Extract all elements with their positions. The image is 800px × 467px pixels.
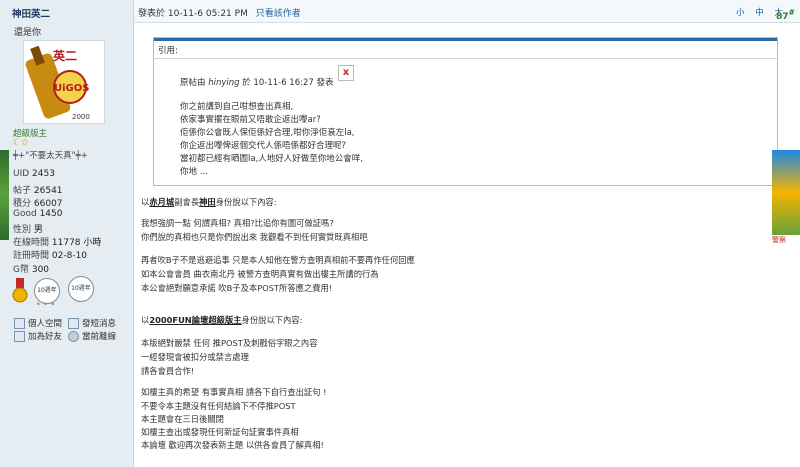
post-meta: 發表於 10-11-6 05:21 PM 只看該作者 — [138, 6, 301, 19]
action-label: 發短消息 — [82, 319, 117, 329]
offline-status: 當前離線 — [68, 330, 116, 342]
svg-text:2000: 2000 — [72, 113, 90, 121]
section1-suffix: 身份說以下內容: — [215, 197, 277, 207]
action-label: 當前離線 — [82, 332, 117, 342]
body-line: 再者吹B子不是逃避追事 只是本人知他在警方查明真相前不要再作任何回應 — [141, 255, 415, 265]
stat-value: 1450 — [39, 209, 63, 219]
quote-label: 引用: — [158, 46, 178, 56]
offline-icon — [68, 330, 79, 342]
action-label: 個人空間 — [28, 319, 63, 329]
avatar-caption: 英二 — [53, 49, 78, 63]
side-ad-banner[interactable] — [772, 150, 800, 245]
stat-value: 2453 — [32, 169, 55, 179]
quote-line: 當初都已經有晒圖la,人地好人好做至你地公會咩, — [180, 154, 363, 164]
quote-source-prefix: 原帖由 — [180, 78, 206, 88]
stat-label: 註冊時間 — [13, 251, 50, 261]
author-username[interactable]: 神田英二 — [12, 6, 50, 20]
floor-number: 87 — [776, 12, 789, 22]
body-line: 如樓主查出或發現任何新証句証實事件真相 — [141, 427, 299, 437]
stat-label: UID — [13, 169, 30, 179]
stat-value: 300 — [31, 265, 50, 275]
body-line: 本版絕對嚴禁 任何 推POST及刺戳俗字眼之內容 — [141, 338, 318, 348]
anniversary-badge-icon[interactable]: 10週年 — [68, 276, 94, 302]
home-icon — [14, 317, 25, 329]
body-line: 本主題會在三日後關閉 — [141, 414, 224, 424]
stat-label: 帖子 — [13, 186, 32, 196]
section1-heading: 以赤月城副會長神田身份說以下內容: — [141, 196, 277, 208]
stat-value: 26541 — [33, 186, 63, 196]
user-motto: ╪+"不要太天真"╪+ — [13, 151, 88, 161]
body-line: 如樓主真的希望 有事實真相 請各下自行查出証句 ! — [141, 387, 327, 397]
member-name: 神田 — [199, 197, 216, 207]
message-icon — [68, 317, 79, 329]
stat-value: 02-8-10 — [51, 251, 88, 261]
stat-label: G幣 — [13, 265, 29, 275]
section1-role: 副會長 — [174, 197, 200, 207]
stat-label: 積分 — [13, 199, 32, 209]
stat-good: Good 1450 — [13, 209, 62, 219]
post-date: 發表於 10-11-6 05:21 PM — [138, 9, 248, 19]
body-line: 請各會員合作! — [141, 366, 195, 376]
moderator-title: 2000FUN論壇超級版主 — [149, 315, 242, 325]
send-message-link[interactable]: 發短消息 — [68, 317, 116, 329]
body-line: 一經發現會被扣分或禁言處理 — [141, 352, 249, 362]
quote-source-user[interactable]: hinying — [208, 78, 239, 88]
medal-icon — [12, 278, 28, 303]
stat-uid: UID 2453 — [13, 169, 55, 179]
body-line: 本論壇 歡迎再次發表新主題 以供各會員了解真相! — [141, 440, 324, 450]
stat-value: 66007 — [33, 199, 63, 209]
stat-gender: 性別 男 — [13, 222, 43, 235]
body-line: 你們說的真相也只是你們說出來 我觀看不到任何實質既真相吧 — [141, 232, 368, 242]
section2-heading: 以2000FUN論壇超級版主身份說以下內容: — [141, 314, 302, 326]
stat-online-time: 在線時間 11778 小時 — [13, 235, 101, 248]
stat-register-date: 註冊時間 02-8-10 — [13, 248, 87, 261]
quote-line: 你企返出嚟俾返個交代人係唔係都好合理呢? — [180, 141, 347, 151]
action-label: 加為好友 — [28, 332, 63, 342]
body-line: 我想強調一點 何謂真相? 真相?比追你有圖可做証嗎? — [141, 218, 334, 228]
guild-name: 赤月城 — [149, 197, 175, 207]
only-author-link[interactable]: 只看該作者 — [256, 9, 301, 19]
svg-text:UiGOS: UiGOS — [54, 83, 89, 94]
stat-label: 性別 — [13, 225, 32, 235]
more-badges-dots: • • • — [36, 300, 56, 309]
avatar[interactable]: UiGOS 2000 英二 — [23, 40, 105, 124]
close-icon[interactable]: x — [338, 65, 354, 81]
stat-value: 男 — [33, 225, 43, 235]
quote-line: 你之前講到自己咁想查出真相, — [180, 102, 294, 112]
add-friend-link[interactable]: 加為好友 — [14, 330, 62, 342]
post-floor-number: 87# — [776, 8, 795, 22]
stat-gcoins: G幣 300 — [13, 262, 49, 275]
stat-label: 在線時間 — [13, 238, 50, 248]
body-line: 本公會絕對願意承諾 吹B子及本POST所答應之費用! — [141, 283, 333, 293]
quote-line: 佢係你公會既人保佢係好合理,咁你淨佢衰左la, — [180, 128, 355, 138]
quote-line: 你地 ... — [180, 167, 208, 177]
add-friend-icon — [14, 330, 25, 342]
author-subtitle: 還是你 — [14, 28, 42, 38]
author-sidebar: 神田英二 還是你 UiGOS 2000 英二 超級版主 ☾✩ ╪+"不要太天真"… — [0, 0, 134, 467]
body-line: 如本公會會員 曲衣南北丹 被警方查明真實有做出樓主所講的行為 — [141, 269, 379, 279]
quote-source-suffix: 於 10-11-6 16:27 發表 — [242, 78, 334, 88]
section2-suffix: 身份說以下內容: — [241, 315, 303, 325]
quote-line: 依家事實擺在眼前又唔敢企返出嚟ar? — [180, 115, 321, 125]
rank-stars-icon: ☾✩ — [13, 138, 29, 148]
stat-points: 積分 66007 — [13, 196, 63, 209]
body-line: 不要令本主題沒有任何結論下不停推POST — [141, 401, 296, 411]
stat-value: 11778 小時 — [51, 238, 102, 248]
quote-header: 引用: — [154, 38, 777, 59]
quote-source: 原帖由 hinying 於 10-11-6 16:27 發表 — [180, 76, 334, 88]
stat-label: Good — [13, 209, 37, 219]
profile-space-link[interactable]: 個人空間 — [14, 317, 62, 329]
left-edge-decoration — [0, 150, 9, 240]
side-ad-label[interactable]: 警察 — [772, 235, 800, 247]
stat-posts: 帖子 26541 — [13, 183, 63, 196]
